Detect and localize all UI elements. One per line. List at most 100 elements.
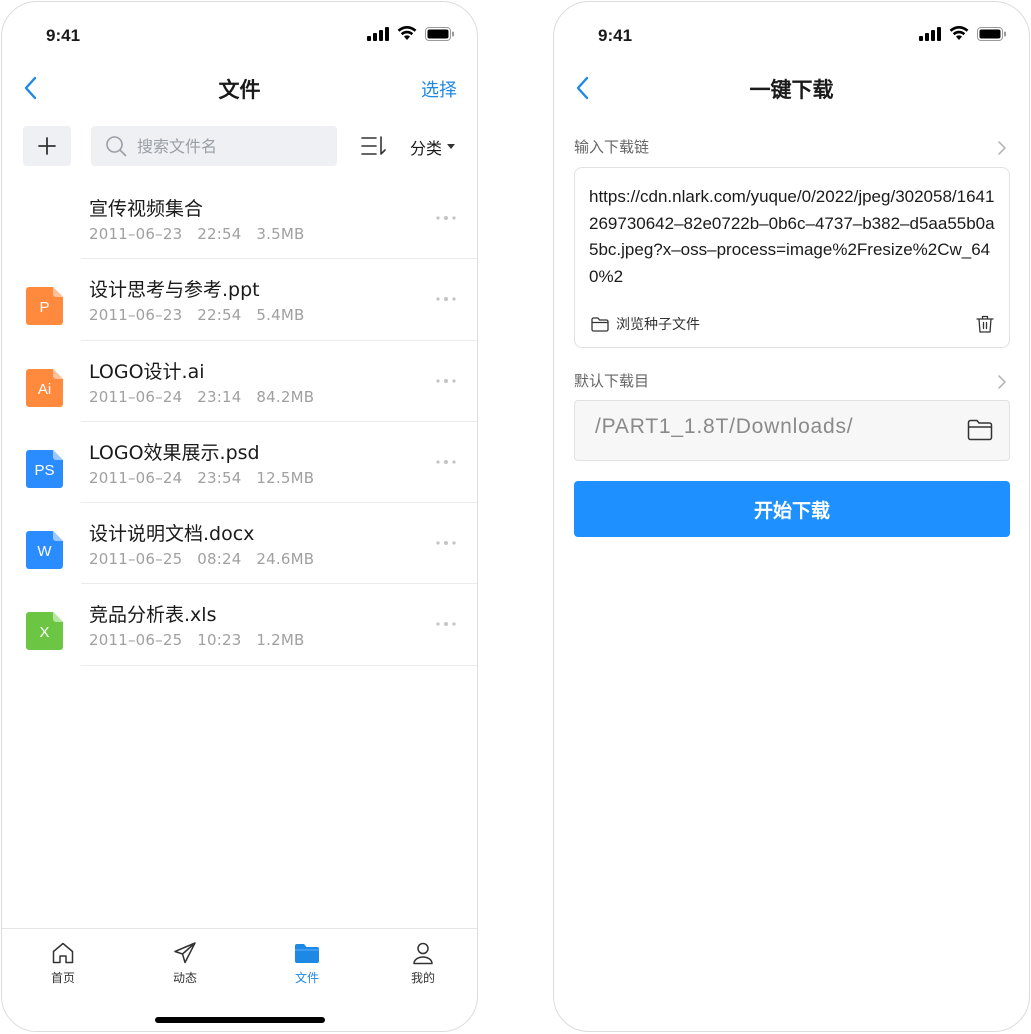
download-screen: 9:41 一键下载 输入下载链 https://cdn.nlark.com/yu… (553, 1, 1030, 1032)
file-size: 3.5MB (256, 225, 305, 243)
home-indicator[interactable] (155, 1017, 325, 1023)
browse-seed-button[interactable]: 浏览种子文件 (591, 314, 700, 334)
status-time: 9:41 (46, 26, 81, 45)
file-item-docx[interactable]: W 设计说明文档.docx 2011–06–25 08:24 24.6MB (2, 503, 477, 585)
category-filter[interactable]: 分类 (410, 135, 456, 159)
file-icon-letter: Ai (37, 380, 52, 398)
more-icon[interactable] (435, 214, 457, 222)
download-link-field[interactable]: https://cdn.nlark.com/yuque/0/2022/jpeg/… (574, 167, 1010, 348)
download-link-text[interactable]: https://cdn.nlark.com/yuque/0/2022/jpeg/… (589, 184, 997, 290)
file-meta: 2011–06–23 22:54 5.4MB (89, 306, 305, 324)
link-section-label: 输入下载链 (574, 138, 650, 156)
status-bar: 9:41 (2, 24, 477, 48)
caret-down-icon (447, 144, 456, 149)
nav-bar: 文件 选择 (2, 68, 477, 108)
wifi-icon (397, 26, 417, 40)
file-name: 设计思考与参考.ppt (89, 279, 260, 302)
toolbar: 分类 (2, 126, 477, 166)
file-name: 宣传视频集合 (89, 198, 204, 220)
file-item-video-collection[interactable]: 宣传视频集合 2011–06–23 22:54 3.5MB (2, 178, 477, 260)
file-date: 2011–06–25 (89, 631, 183, 650)
status-time: 9:41 (598, 26, 633, 45)
more-icon[interactable] (435, 377, 457, 385)
tab-label: 文件 (294, 971, 319, 985)
file-item-xls[interactable]: X 竞品分析表.xls 2011–06–25 10:23 1.2MB (2, 584, 477, 667)
file-meta: 2011–06–24 23:54 12.5MB (89, 469, 314, 487)
file-date: 2011–06–23 (89, 306, 183, 325)
add-button[interactable] (23, 126, 71, 166)
chevron-right-icon[interactable] (997, 374, 1007, 390)
file-size: 84.2MB (256, 387, 315, 406)
file-time: 23:54 (197, 468, 242, 487)
file-item-ai[interactable]: Ai LOGO设计.ai 2011–06–24 23:14 84.2MB (2, 341, 477, 423)
file-date: 2011–06–24 (89, 387, 183, 406)
file-meta: 2011–06–25 10:23 1.2MB (89, 631, 305, 649)
file-meta: 2011–06–24 23:14 84.2MB (89, 388, 314, 406)
file-time: 08:24 (197, 550, 242, 569)
signal-icon (919, 26, 941, 41)
start-download-button[interactable]: 开始下载 (574, 481, 1010, 537)
paper-plane-icon (174, 942, 196, 964)
download-dir-input[interactable] (595, 415, 955, 439)
chevron-right-icon[interactable] (997, 140, 1007, 156)
more-icon[interactable] (435, 539, 457, 547)
folder-outline-icon (591, 316, 609, 332)
file-meta: 2011–06–23 22:54 3.5MB (89, 225, 305, 243)
file-list: 宣传视频集合 2011–06–23 22:54 3.5MB P 设计思考与参考.… (2, 178, 477, 667)
signal-icon (367, 26, 389, 41)
status-bar: 9:41 (554, 24, 1029, 48)
file-time: 10:23 (197, 631, 242, 650)
dir-section-label: 默认下载目 (574, 372, 650, 390)
file-name: 竞品分析表.xls (89, 604, 217, 627)
file-icon-letter: P (39, 299, 50, 317)
page-title: 文件 (218, 78, 261, 102)
tab-activity[interactable]: 动态 (150, 941, 220, 986)
folder-icon (295, 944, 319, 963)
psd-file-icon: PS (26, 449, 63, 488)
file-item-ppt[interactable]: P 设计思考与参考.ppt 2011–06–23 22:54 5.4MB (2, 259, 477, 341)
tab-home[interactable]: 首页 (28, 941, 98, 986)
file-name: LOGO设计.ai (89, 360, 205, 383)
battery-icon (977, 26, 1006, 41)
nav-bar: 一键下载 (554, 68, 1029, 108)
docx-file-icon: W (26, 531, 63, 570)
plus-icon (38, 137, 56, 155)
file-meta: 2011–06–25 08:24 24.6MB (89, 550, 314, 568)
browse-seed-label: 浏览种子文件 (616, 317, 700, 333)
category-filter-label: 分类 (410, 139, 443, 158)
file-date: 2011–06–24 (89, 468, 183, 487)
battery-icon (425, 26, 454, 41)
tab-files[interactable]: 文件 (272, 941, 342, 986)
file-time: 22:54 (197, 225, 242, 243)
file-date: 2011–06–23 (89, 225, 183, 243)
more-icon[interactable] (435, 458, 457, 466)
more-icon[interactable] (435, 620, 457, 628)
page-title: 一键下载 (749, 78, 834, 102)
tab-profile[interactable]: 我的 (388, 941, 458, 986)
file-item-psd[interactable]: PS LOGO效果展示.psd 2011–06–24 23:54 12.5MB (2, 422, 477, 504)
user-icon (413, 942, 433, 965)
sort-icon[interactable] (360, 134, 388, 158)
ppt-file-icon: P (26, 287, 63, 326)
file-time: 23:14 (197, 387, 242, 406)
file-name: LOGO效果展示.psd (89, 441, 260, 464)
more-icon[interactable] (435, 295, 457, 303)
file-size: 5.4MB (256, 306, 305, 325)
download-dir-field[interactable] (574, 400, 1010, 461)
file-size: 1.2MB (256, 631, 305, 650)
files-screen: 9:41 文件 选择 分类 宣传视频集合 2011–06–23 22:54 3.… (1, 1, 478, 1032)
wifi-icon (949, 26, 969, 40)
file-name: 设计说明文档.docx (89, 523, 255, 546)
tab-label: 我的 (410, 971, 435, 985)
file-icon-letter: X (39, 624, 50, 642)
search-icon (106, 136, 127, 157)
search-box[interactable] (91, 126, 337, 166)
select-button[interactable]: 选择 (421, 76, 457, 102)
folder-outline-icon[interactable] (967, 419, 993, 441)
xls-file-icon: X (26, 612, 63, 651)
status-icons (367, 26, 455, 41)
file-size: 12.5MB (256, 468, 315, 487)
search-input[interactable] (137, 136, 317, 156)
trash-icon[interactable] (975, 314, 995, 334)
ai-file-icon: Ai (26, 368, 63, 407)
